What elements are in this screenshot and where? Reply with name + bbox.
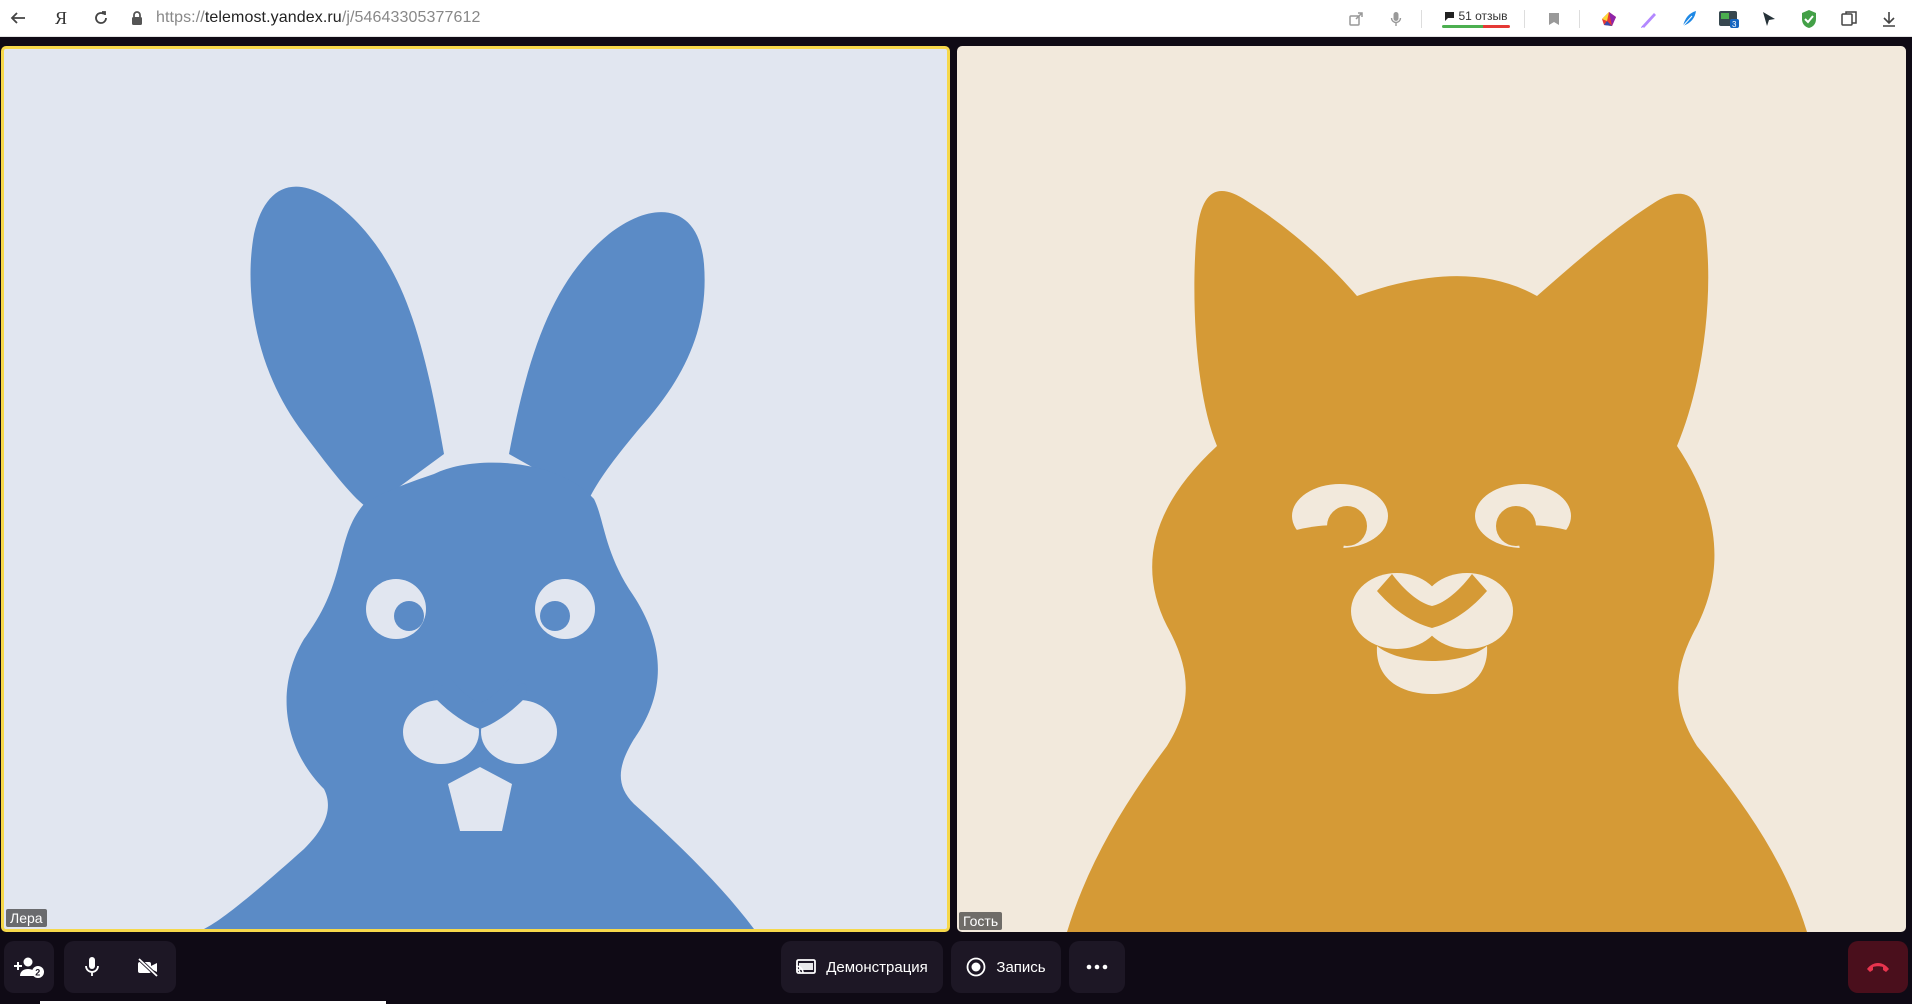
add-participant-button[interactable]: 2 xyxy=(4,941,54,993)
browser-toolbar: Я https://telemost.yandex.ru/j/546433053… xyxy=(0,0,1912,37)
more-options-button[interactable] xyxy=(1069,941,1125,993)
add-user-icon: 2 xyxy=(14,957,44,978)
reviews-count: 51 отзыв xyxy=(1458,9,1508,23)
feather-extension-icon[interactable] xyxy=(1678,8,1700,30)
pen-extension-icon[interactable] xyxy=(1638,8,1660,30)
yandex-logo-icon[interactable]: Я xyxy=(50,7,72,29)
microphone-icon xyxy=(85,957,99,976)
participant-tile-lera[interactable]: Лера xyxy=(1,46,950,932)
screen-extension-icon[interactable]: 3 xyxy=(1718,8,1740,30)
media-controls xyxy=(64,941,176,993)
cursor-extension-icon[interactable] xyxy=(1758,8,1780,30)
microphone-toggle-button[interactable] xyxy=(64,941,120,993)
download-icon[interactable] xyxy=(1878,8,1900,30)
back-arrow-icon[interactable] xyxy=(7,7,29,29)
cast-screen-icon xyxy=(796,959,817,974)
separator xyxy=(1421,9,1422,28)
cat-avatar xyxy=(1067,191,1807,932)
reviews-widget[interactable]: 51 отзыв xyxy=(1442,9,1510,28)
separator xyxy=(1579,9,1580,28)
share-link-icon[interactable] xyxy=(1345,8,1367,30)
camera-toggle-button[interactable] xyxy=(120,941,176,993)
url-host: telemost.yandex.ru xyxy=(204,9,342,26)
hang-up-icon xyxy=(1867,963,1889,972)
participant-count-badge: 2 xyxy=(35,968,40,978)
comment-icon xyxy=(1445,11,1455,21)
reload-icon[interactable] xyxy=(90,7,112,29)
rabbit-avatar xyxy=(204,186,754,929)
url-scheme: https:// xyxy=(156,9,205,26)
svg-text:3: 3 xyxy=(1732,20,1737,29)
reviews-rating-bar xyxy=(1442,25,1510,28)
lock-icon[interactable] xyxy=(126,7,148,29)
video-stage: Лера Гость xyxy=(0,37,1912,933)
microphone-icon[interactable] xyxy=(1385,8,1407,30)
call-toolbar: 2 Демонстрация Запись xyxy=(0,933,1912,1004)
participant-name-lera: Лера xyxy=(6,909,47,927)
participant-name-guest: Гость xyxy=(959,912,1003,930)
tab-collections-icon[interactable] xyxy=(1838,8,1860,30)
screen-share-label: Демонстрация xyxy=(826,958,928,976)
more-dots-icon xyxy=(1086,964,1108,970)
url-path: /j/54643305377612 xyxy=(341,9,481,26)
record-label: Запись xyxy=(996,958,1046,976)
record-button[interactable]: Запись xyxy=(951,941,1061,993)
record-icon xyxy=(966,957,986,977)
browser-right-tools: 51 отзыв 3 xyxy=(1327,0,1912,37)
camera-off-icon xyxy=(137,957,159,977)
separator xyxy=(1524,9,1525,28)
address-bar[interactable]: https://telemost.yandex.ru/j/54643305377… xyxy=(156,9,481,27)
screen-share-button[interactable]: Демонстрация xyxy=(781,941,943,993)
bookmark-icon[interactable] xyxy=(1543,8,1565,30)
shield-check-icon[interactable] xyxy=(1798,8,1820,30)
participant-tile-guest[interactable]: Гость xyxy=(957,46,1906,932)
color-palette-extension-icon[interactable] xyxy=(1598,8,1620,30)
end-call-button[interactable] xyxy=(1848,941,1908,993)
